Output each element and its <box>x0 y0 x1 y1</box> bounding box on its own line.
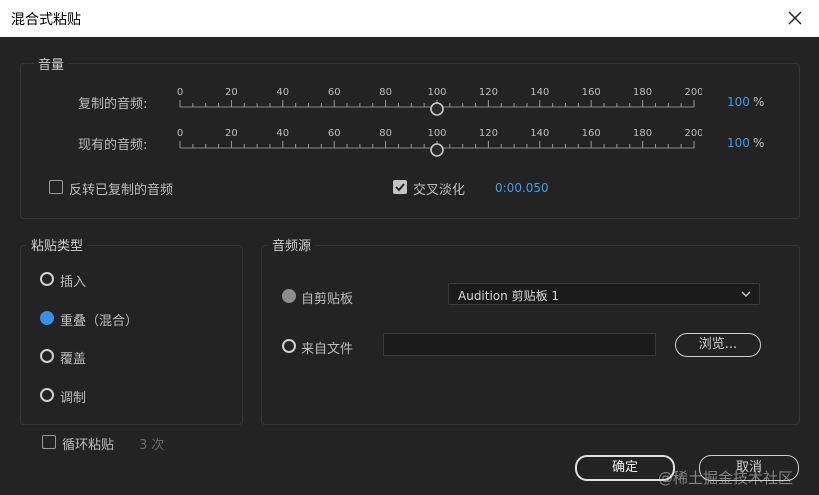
existing-audio-value[interactable]: 100 <box>727 136 750 150</box>
title-bar: 混合式粘贴 <box>0 0 819 37</box>
copied-audio-slider[interactable]: 0 20 40 60 80 100 120 140 160 180 200 <box>172 86 702 122</box>
copied-audio-tick-label: 180 <box>633 87 652 98</box>
chevron-down-icon <box>741 291 751 297</box>
copied-audio-tick-label: 100 <box>427 87 446 98</box>
copied-audio-tick-label: 20 <box>225 87 238 98</box>
copied-audio-tick-label: 120 <box>479 87 498 98</box>
radio-clipboard[interactable] <box>282 289 296 303</box>
paste-type-group <box>20 245 243 425</box>
existing-audio-thumb[interactable] <box>430 143 444 157</box>
radio-overwrite-label[interactable]: 覆盖 <box>60 348 86 367</box>
radio-overwrite[interactable] <box>40 349 54 363</box>
clipboard-select-value: Audition 剪贴板 1 <box>458 289 560 303</box>
copied-audio-unit: % <box>753 95 765 109</box>
window-title: 混合式粘贴 <box>11 12 81 28</box>
invert-checkbox[interactable] <box>49 180 63 194</box>
existing-audio-tick-label: 40 <box>276 128 289 139</box>
crossfade-checkbox[interactable] <box>393 180 407 194</box>
radio-overlap-label[interactable]: 重叠（混合） <box>60 310 138 329</box>
copied-audio-thumb[interactable] <box>430 102 444 116</box>
dialog-body: 音量 复制的音频: 0 20 40 60 80 100 120 140 160 180 200 10… <box>0 37 819 495</box>
existing-audio-tick-label: 180 <box>633 128 652 139</box>
existing-audio-label: 现有的音频: <box>78 138 148 153</box>
loop-count[interactable]: 3 次 <box>139 434 164 453</box>
clipboard-select[interactable]: Audition 剪贴板 1 <box>448 283 760 305</box>
crossfade-time[interactable]: 0:00.050 <box>495 181 549 195</box>
watermark: @稀土掘金技术社区 <box>658 469 794 487</box>
existing-audio-tick-label: 140 <box>530 128 549 139</box>
existing-audio-tick-label: 0 <box>177 128 183 139</box>
existing-audio-tick-label: 120 <box>479 128 498 139</box>
copied-audio-tick-label: 0 <box>177 87 183 98</box>
existing-audio-tick-label: 20 <box>225 128 238 139</box>
radio-modulate-label[interactable]: 调制 <box>60 387 86 406</box>
copied-audio-tick-label: 80 <box>379 87 392 98</box>
checkmark-icon <box>395 183 405 192</box>
copied-audio-value[interactable]: 100 <box>727 95 750 109</box>
existing-audio-tick-label: 200 <box>684 128 702 139</box>
copied-audio-tick-label: 200 <box>684 87 702 98</box>
radio-overlap[interactable] <box>40 311 54 325</box>
existing-audio-unit: % <box>753 136 765 150</box>
loop-paste-label[interactable]: 循环粘贴 <box>62 434 114 453</box>
existing-audio-tick-label: 100 <box>427 128 446 139</box>
radio-from-file-label[interactable]: 来自文件 <box>301 338 353 357</box>
copied-audio-label: 复制的音频: <box>78 97 148 112</box>
file-path-input[interactable] <box>383 333 656 356</box>
paste-type-title: 粘贴类型 <box>27 235 88 254</box>
radio-insert-label[interactable]: 插入 <box>60 271 86 290</box>
copied-audio-tick-label: 40 <box>276 87 289 98</box>
copied-audio-tick-label: 160 <box>582 87 601 98</box>
radio-modulate[interactable] <box>40 388 54 402</box>
invert-label[interactable]: 反转已复制的音频 <box>69 179 173 198</box>
volume-group-title: 音量 <box>34 54 69 73</box>
copied-audio-tick-label: 60 <box>328 87 341 98</box>
crossfade-label[interactable]: 交叉淡化 <box>413 179 465 198</box>
radio-insert[interactable] <box>40 272 54 286</box>
audio-source-title: 音频源 <box>268 235 316 254</box>
radio-from-file[interactable] <box>282 339 296 353</box>
loop-paste-checkbox[interactable] <box>42 435 56 449</box>
copied-audio-tick-label: 140 <box>530 87 549 98</box>
existing-audio-tick-label: 60 <box>328 128 341 139</box>
browse-button[interactable]: 浏览... <box>675 333 761 357</box>
existing-audio-tick-label: 80 <box>379 128 392 139</box>
existing-audio-slider[interactable]: 0 20 40 60 80 100 120 140 160 180 200 <box>172 127 702 163</box>
radio-clipboard-label[interactable]: 自剪贴板 <box>301 288 353 307</box>
existing-audio-tick-label: 160 <box>582 128 601 139</box>
close-icon[interactable] <box>783 6 807 30</box>
